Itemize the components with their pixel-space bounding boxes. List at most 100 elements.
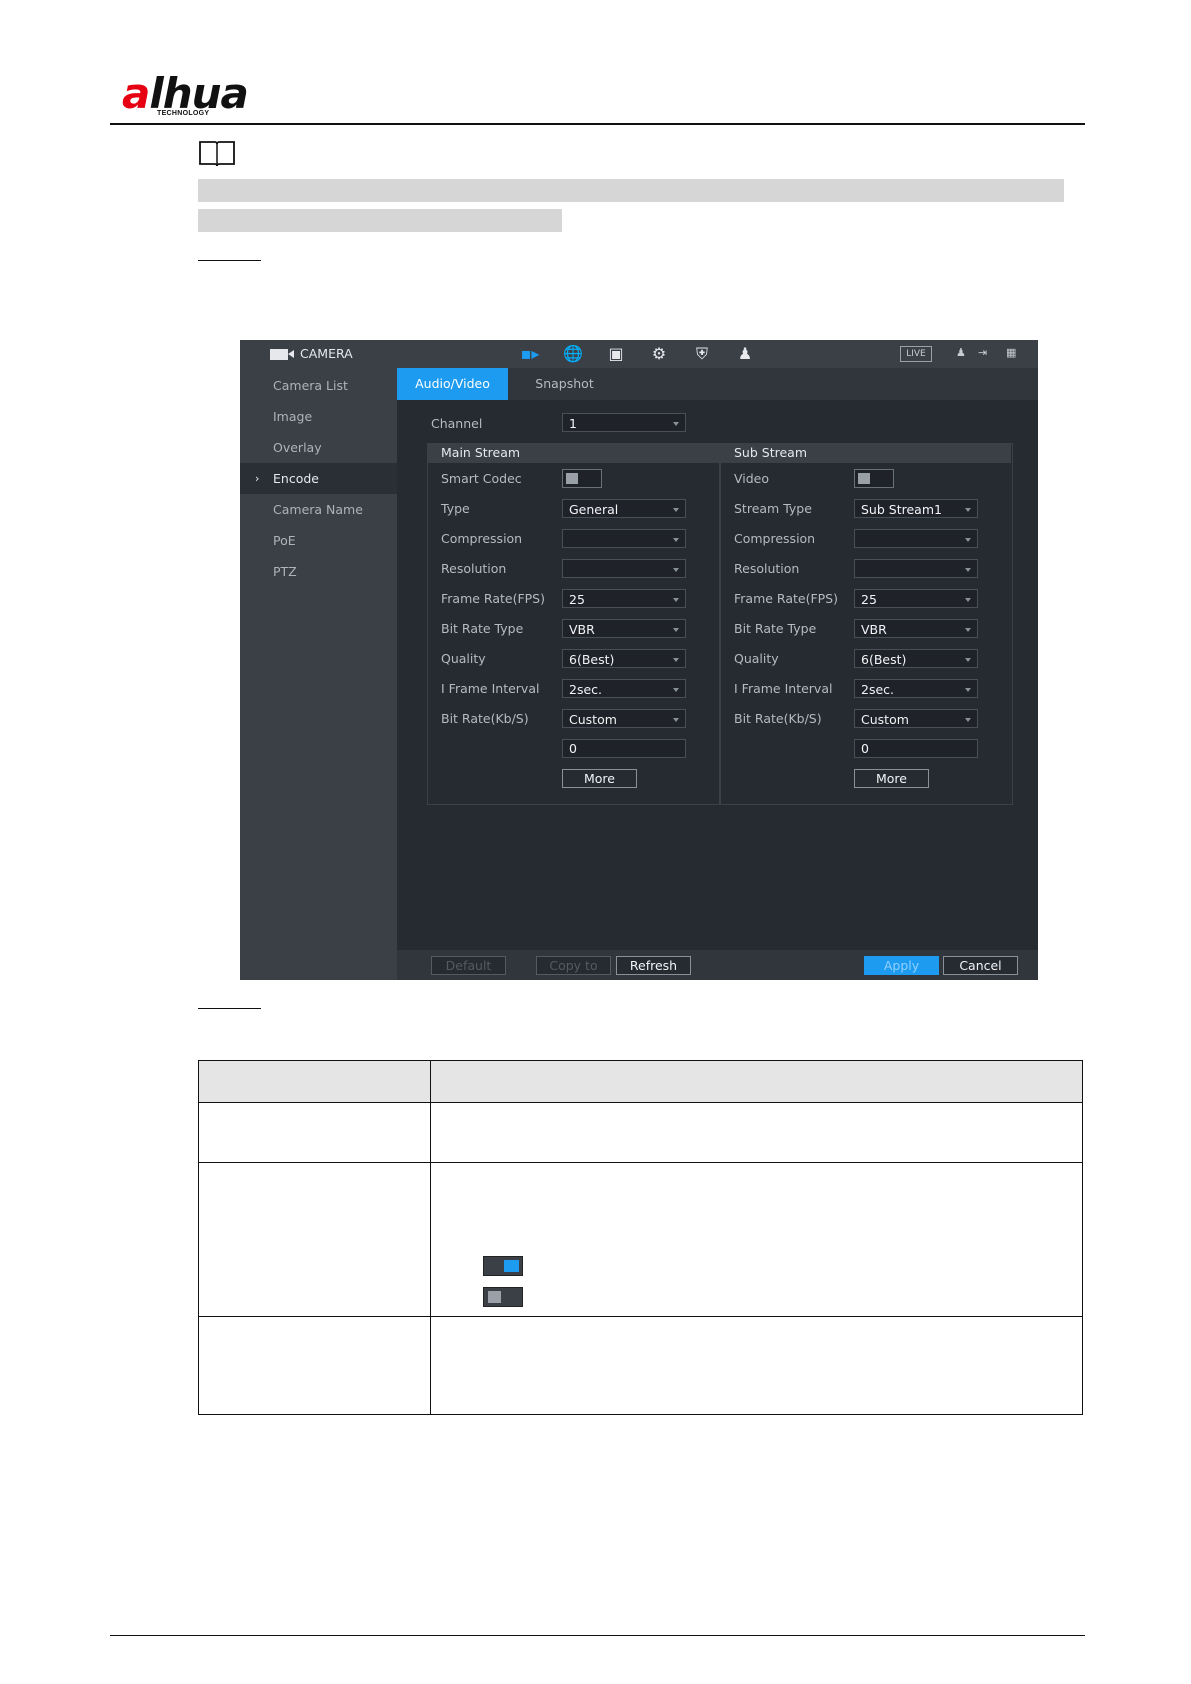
chevron-down-icon	[965, 688, 971, 692]
grid-menu-icon[interactable]: ▦	[1006, 346, 1016, 359]
main-bit-rate-label: Bit Rate(Kb/S)	[441, 711, 529, 726]
select-value: VBR	[861, 622, 887, 637]
select-value: 25	[861, 592, 877, 607]
main-more-button[interactable]: More	[562, 769, 637, 788]
chevron-down-icon	[673, 538, 679, 542]
top-bar: CAMERA ▪▸ 🌐 ▣ ⚙ ⛨ ♟ LIVE ♟ ⇥ ▦	[240, 340, 1038, 368]
sub-more-button[interactable]: More	[854, 769, 929, 788]
main-resolution-select[interactable]	[562, 559, 686, 578]
sub-bit-rate-type-label: Bit Rate Type	[734, 621, 817, 636]
sidebar-item-label: Camera Name	[273, 502, 363, 517]
sidebar-item-label: Image	[273, 409, 313, 424]
sidebar-item-label: PTZ	[273, 564, 297, 579]
sidebar: Camera List Image Overlay › Encode Camera…	[240, 368, 397, 980]
main-bit-rate-type-label: Bit Rate Type	[441, 621, 524, 636]
network-icon[interactable]: 🌐	[559, 344, 587, 364]
sub-video-toggle[interactable]	[854, 469, 894, 488]
note-redacted-line-1	[198, 179, 1064, 202]
chevron-right-icon: ›	[255, 472, 260, 485]
sub-iframe-interval-select[interactable]: 2sec.	[854, 679, 978, 698]
system-settings-icon[interactable]: ⚙	[645, 344, 673, 364]
tab-audio-video[interactable]: Audio/Video	[397, 368, 508, 400]
main-stream-title: Main Stream	[441, 445, 521, 460]
tab-snapshot[interactable]: Snapshot	[508, 368, 621, 400]
sub-bit-rate-label: Bit Rate(Kb/S)	[734, 711, 822, 726]
channel-label: Channel	[431, 416, 483, 431]
apply-button[interactable]: Apply	[864, 956, 939, 975]
nvr-encode-screenshot: CAMERA ▪▸ 🌐 ▣ ⚙ ⛨ ♟ LIVE ♟ ⇥ ▦ Camera Li…	[240, 340, 1038, 980]
sub-video-label: Video	[734, 471, 770, 486]
toggle-knob	[858, 473, 870, 484]
live-button[interactable]: LIVE	[900, 346, 932, 362]
logo-subtext: TECHNOLOGY	[157, 110, 210, 117]
main-bit-rate-input[interactable]: 0	[562, 739, 686, 758]
main-bit-rate-select[interactable]: Custom	[562, 709, 686, 728]
channel-select[interactable]: 1	[562, 413, 686, 432]
main-frame-rate-select[interactable]: 25	[562, 589, 686, 608]
sidebar-item-image[interactable]: Image	[240, 401, 397, 432]
main-iframe-interval-select[interactable]: 2sec.	[562, 679, 686, 698]
chevron-down-icon	[965, 718, 971, 722]
sidebar-item-camera-name[interactable]: Camera Name	[240, 494, 397, 525]
chevron-down-icon	[965, 628, 971, 632]
sidebar-item-encode[interactable]: › Encode	[240, 463, 397, 494]
main-compression-label: Compression	[441, 531, 523, 546]
storage-icon[interactable]: ▣	[602, 344, 630, 364]
main-type-select[interactable]: General	[562, 499, 686, 518]
toggle-knob	[566, 473, 578, 484]
select-value: 6(Best)	[861, 652, 907, 667]
main-bit-rate-type-select[interactable]: VBR	[562, 619, 686, 638]
sidebar-item-poe[interactable]: PoE	[240, 525, 397, 556]
table-header-row	[199, 1061, 1082, 1103]
sidebar-item-overlay[interactable]: Overlay	[240, 432, 397, 463]
refresh-button[interactable]: Refresh	[616, 956, 691, 975]
chevron-down-icon	[673, 422, 679, 426]
sub-bit-rate-select[interactable]: Custom	[854, 709, 978, 728]
sub-quality-select[interactable]: 6(Best)	[854, 649, 978, 668]
sub-compression-select[interactable]	[854, 529, 978, 548]
logout-icon[interactable]: ⇥	[978, 346, 987, 359]
smart-codec-toggle[interactable]	[562, 469, 602, 488]
sidebar-item-camera-list[interactable]: Camera List	[240, 370, 397, 401]
chevron-down-icon	[673, 688, 679, 692]
camera-tab-icon[interactable]: ▪▸	[516, 344, 544, 364]
logo-accent: a	[122, 69, 150, 118]
section-title: CAMERA	[300, 346, 353, 361]
sub-compression-label: Compression	[734, 531, 816, 546]
security-shield-icon[interactable]: ⛨	[688, 344, 716, 364]
sidebar-item-label: Encode	[273, 471, 319, 486]
chevron-down-icon	[673, 628, 679, 632]
default-button[interactable]: Default	[431, 956, 506, 975]
sub-quality-label: Quality	[734, 651, 779, 666]
table-column-divider	[430, 1061, 431, 1414]
note-book-icon	[199, 141, 235, 167]
sub-frame-rate-label: Frame Rate(FPS)	[734, 591, 838, 606]
step-underline-1	[198, 260, 261, 261]
header-rule	[110, 123, 1085, 125]
sub-frame-rate-select[interactable]: 25	[854, 589, 978, 608]
cancel-button[interactable]: Cancel	[943, 956, 1018, 975]
sub-stream-title: Sub Stream	[734, 445, 807, 460]
account-icon[interactable]: ♟	[731, 344, 759, 364]
select-value: VBR	[569, 622, 595, 637]
main-quality-select[interactable]: 6(Best)	[562, 649, 686, 668]
sub-bit-rate-type-select[interactable]: VBR	[854, 619, 978, 638]
chevron-down-icon	[673, 598, 679, 602]
chevron-down-icon	[965, 658, 971, 662]
main-quality-label: Quality	[441, 651, 486, 666]
copy-to-button[interactable]: Copy to	[536, 956, 611, 975]
main-compression-select[interactable]	[562, 529, 686, 548]
channel-value: 1	[569, 416, 577, 431]
sub-stream-type-label: Stream Type	[734, 501, 812, 516]
select-value: 2sec.	[569, 682, 603, 697]
chevron-down-icon	[965, 508, 971, 512]
sub-bit-rate-input[interactable]: 0	[854, 739, 978, 758]
tab-bar: Audio/Video Snapshot	[397, 368, 1038, 400]
select-value: Custom	[569, 712, 617, 727]
camera-icon	[270, 349, 294, 360]
sub-stream-type-select[interactable]: Sub Stream1	[854, 499, 978, 518]
sub-resolution-select[interactable]	[854, 559, 978, 578]
user-icon[interactable]: ♟	[956, 346, 966, 359]
sidebar-item-ptz[interactable]: PTZ	[240, 556, 397, 587]
parameter-table	[198, 1060, 1083, 1415]
